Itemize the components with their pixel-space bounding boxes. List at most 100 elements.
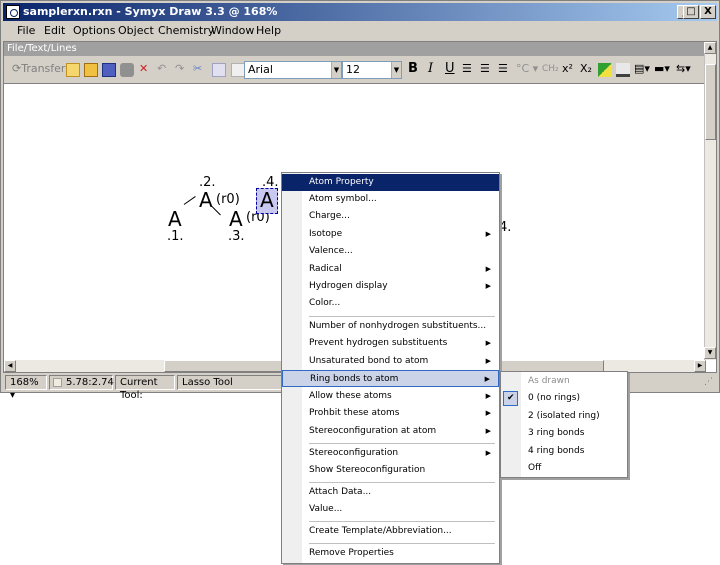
menu-help[interactable]: Help: [256, 24, 281, 37]
menu-item-hydrogen-display[interactable]: Hydrogen display ▶: [282, 278, 499, 295]
text-toolbar: ⟳Transfer ✕ ↶ ↷ ✂ Arial ▼ 12 ▼ B I U ☰ ☰: [4, 56, 706, 84]
line-weight-icon[interactable]: ▬▾: [654, 62, 670, 75]
submenu-arrow-icon: ▶: [485, 265, 491, 273]
menu-window[interactable]: Window: [211, 24, 254, 37]
menu-file[interactable]: File: [17, 24, 35, 37]
menu-item-radical[interactable]: Radical ▶: [282, 261, 499, 278]
menu-item-label: Color...: [309, 298, 341, 308]
submenu-item-label: Off: [528, 463, 542, 473]
close-button[interactable]: X: [700, 5, 716, 19]
delete-icon[interactable]: ✕: [139, 62, 148, 75]
subscript-button[interactable]: X₂: [580, 62, 592, 75]
align-center-icon[interactable]: ☰: [480, 62, 490, 75]
line-color-icon[interactable]: [598, 63, 612, 77]
bold-button[interactable]: B: [408, 61, 418, 76]
menu-item-label: Create Template/Abbreviation...: [309, 526, 452, 536]
menu-item-attach-data[interactable]: Attach Data...: [282, 484, 499, 501]
menu-item-stereoconfiguration[interactable]: Stereoconfiguration ▶: [282, 445, 499, 462]
menu-item-atom-symbol[interactable]: Atom symbol...: [282, 191, 499, 208]
context-menu: Atom Property Atom symbol... Charge... I…: [281, 172, 500, 564]
coords-readout: 5.78:2.74: [49, 375, 114, 390]
atom[interactable]: A: [168, 207, 182, 231]
scroll-down-icon[interactable]: ▼: [704, 347, 716, 359]
submenu-arrow-icon: ▶: [485, 409, 491, 417]
menu-item-unsaturated-bond[interactable]: Unsaturated bond to atom ▶: [282, 353, 499, 370]
paste-icon[interactable]: [231, 63, 245, 77]
align-left-icon[interactable]: ☰: [462, 62, 472, 75]
menu-item-remove-properties[interactable]: Remove Properties: [282, 545, 499, 562]
zoom-select[interactable]: 168% ▾: [5, 375, 47, 401]
window-title: samplerxn.rxn - Symyx Draw 3.3 @ 168%: [23, 5, 278, 18]
menu-item-stereo-at-atom[interactable]: Stereoconfiguration at atom ▶: [282, 423, 499, 440]
toolbar-title: File/Text/Lines: [4, 42, 706, 56]
zoom-value: 168%: [10, 377, 39, 388]
menu-item-label: Radical: [309, 264, 342, 274]
submenu-item-label: 2 (isolated ring): [528, 411, 600, 421]
menu-item-show-stereo[interactable]: Show Stereoconfiguration: [282, 462, 499, 479]
menu-item-charge[interactable]: Charge...: [282, 208, 499, 225]
menu-item-prohibit-atoms[interactable]: Prohbit these atoms ▶: [282, 405, 499, 422]
vertical-scrollbar[interactable]: ▲ ▼: [704, 42, 716, 360]
menu-item-isotope[interactable]: Isotope ▶: [282, 226, 499, 243]
copy-icon[interactable]: [212, 63, 226, 77]
cut-icon[interactable]: ✂: [193, 62, 202, 75]
save-icon[interactable]: [102, 63, 116, 77]
submenu-item-3-ring-bonds[interactable]: 3 ring bonds: [501, 425, 627, 442]
menu-item-label: Atom symbol...: [309, 194, 377, 204]
menu-item-label: Show Stereoconfiguration: [309, 465, 426, 475]
font-size-select[interactable]: 12 ▼: [342, 61, 402, 79]
submenu-item-label: As drawn: [528, 376, 570, 386]
chevron-down-icon: ▼: [331, 62, 341, 78]
transfer-button[interactable]: ⟳Transfer: [12, 62, 65, 75]
vertical-scroll-thumb[interactable]: [705, 64, 716, 140]
redo-icon[interactable]: ↷: [175, 62, 184, 75]
submenu-item-no-rings[interactable]: ✔ 0 (no rings): [501, 390, 627, 407]
menu-item-label: Prevent hydrogen substituents: [309, 338, 448, 348]
undo-icon[interactable]: ↶: [157, 62, 166, 75]
menu-chemistry[interactable]: Chemistry: [158, 24, 214, 37]
title-bar: samplerxn.rxn - Symyx Draw 3.3 @ 168% _ …: [3, 3, 717, 21]
atom-selected[interactable]: A: [260, 188, 274, 212]
menu-item-nonhydrogen-substituents[interactable]: Number of nonhydrogen substituents...: [282, 318, 499, 335]
print-icon[interactable]: [120, 63, 134, 77]
menu-object[interactable]: Object: [118, 24, 154, 37]
menu-item-ring-bonds[interactable]: Ring bonds to atom ▶: [282, 370, 499, 387]
atom-label: (r0): [216, 192, 240, 207]
coords-icon: [53, 378, 62, 387]
italic-button[interactable]: I: [428, 61, 433, 76]
align-right-icon[interactable]: ☰: [498, 62, 508, 75]
line-style-icon[interactable]: ▤▾: [634, 62, 650, 75]
submenu-item-4-ring-bonds[interactable]: 4 ring bonds: [501, 443, 627, 460]
menu-item-allow-atoms[interactable]: Allow these atoms ▶: [282, 388, 499, 405]
menu-item-label: Number of nonhydrogen substituents...: [309, 321, 487, 331]
menu-item-create-template[interactable]: Create Template/Abbreviation...: [282, 523, 499, 540]
scroll-up-icon[interactable]: ▲: [704, 42, 716, 54]
menu-item-atom-property[interactable]: Atom Property: [282, 174, 499, 191]
menu-edit[interactable]: Edit: [44, 24, 65, 37]
menu-item-color[interactable]: Color...: [282, 295, 499, 312]
maximize-button[interactable]: □: [683, 5, 699, 19]
arrow-style-icon[interactable]: ⇆▾: [676, 62, 691, 75]
submenu-item-isolated-ring[interactable]: 2 (isolated ring): [501, 408, 627, 425]
charge-icon[interactable]: °C ▾: [516, 62, 538, 75]
scroll-right-icon[interactable]: ▶: [694, 360, 706, 372]
menu-item-prevent-hydrogen[interactable]: Prevent hydrogen substituents ▶: [282, 335, 499, 352]
submenu-item-as-drawn[interactable]: As drawn: [501, 373, 627, 390]
scroll-left-icon[interactable]: ◀: [4, 360, 16, 372]
underline-button[interactable]: U: [445, 61, 455, 76]
menu-item-valence[interactable]: Valence...: [282, 243, 499, 260]
menu-item-label: Attach Data...: [309, 487, 372, 497]
menu-options[interactable]: Options: [73, 24, 115, 37]
atom[interactable]: A: [199, 188, 213, 212]
menu-item-value[interactable]: Value...: [282, 501, 499, 518]
new-icon[interactable]: [66, 63, 80, 77]
fill-color-icon[interactable]: [616, 63, 630, 77]
resize-grip-icon[interactable]: ⋰: [704, 377, 713, 387]
atom[interactable]: A: [229, 207, 243, 231]
font-name-select[interactable]: Arial ▼: [244, 61, 342, 79]
submenu-item-off[interactable]: Off: [501, 460, 627, 477]
open-folder-icon[interactable]: [84, 63, 98, 77]
ring-bonds-submenu: As drawn ✔ 0 (no rings) 2 (isolated ring…: [500, 371, 628, 478]
superscript-button[interactable]: x²: [562, 62, 573, 75]
ch2-icon[interactable]: CH₂: [542, 64, 559, 74]
